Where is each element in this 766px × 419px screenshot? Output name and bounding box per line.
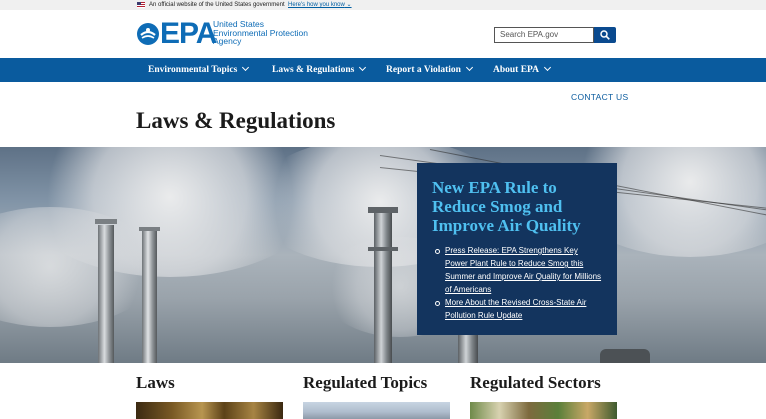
search-icon <box>600 30 610 40</box>
search-button[interactable] <box>594 27 616 43</box>
search-input[interactable]: Search EPA.gov <box>494 27 594 43</box>
gov-banner-text: An official website of the United States… <box>149 2 285 8</box>
gov-banner: An official website of the United States… <box>0 0 766 10</box>
us-flag-icon <box>137 2 145 8</box>
nav-laws-regulations[interactable]: Laws & Regulations <box>272 58 367 82</box>
nav-report-violation[interactable]: Report a Violation <box>386 58 473 82</box>
featured-links-list: Press Release: EPA Strengthens Key Power… <box>432 244 602 322</box>
contact-us-link[interactable]: CONTACT US <box>571 92 628 102</box>
laws-thumbnail-image[interactable] <box>136 402 283 419</box>
regulated-sectors-thumbnail-image[interactable] <box>470 402 617 419</box>
chevron-down-icon <box>242 63 250 72</box>
press-release-link[interactable]: Press Release: EPA Strengthens Key Power… <box>435 244 602 296</box>
chevron-down-icon <box>359 63 367 72</box>
regulated-topics-thumbnail-image[interactable] <box>303 402 450 419</box>
featured-headline[interactable]: New EPA Rule to Reduce Smog and Improve … <box>432 178 602 235</box>
chevron-down-icon <box>543 63 552 72</box>
section-title-laws[interactable]: Laws <box>136 373 175 393</box>
nav-about-epa[interactable]: About EPA <box>493 58 552 82</box>
hero-image <box>0 147 766 363</box>
section-title-regulated-topics[interactable]: Regulated Topics <box>303 373 427 393</box>
chevron-down-icon <box>465 63 473 72</box>
epa-logo-icon[interactable] <box>136 22 160 46</box>
section-title-regulated-sectors[interactable]: Regulated Sectors <box>470 373 601 393</box>
agency-name: United States Environmental Protection A… <box>213 19 308 46</box>
nav-environmental-topics[interactable]: Environmental Topics <box>148 58 250 82</box>
epa-logo-text[interactable]: EPA <box>160 17 217 51</box>
page-title: Laws & Regulations <box>136 108 336 133</box>
main-nav: Environmental Topics Laws & Regulations … <box>0 58 766 82</box>
featured-news-card: New EPA Rule to Reduce Smog and Improve … <box>417 163 617 335</box>
cross-state-rule-link[interactable]: More About the Revised Cross-State Air P… <box>435 296 602 322</box>
heres-how-you-know-link[interactable]: Here's how you know ⌄ <box>288 0 352 10</box>
